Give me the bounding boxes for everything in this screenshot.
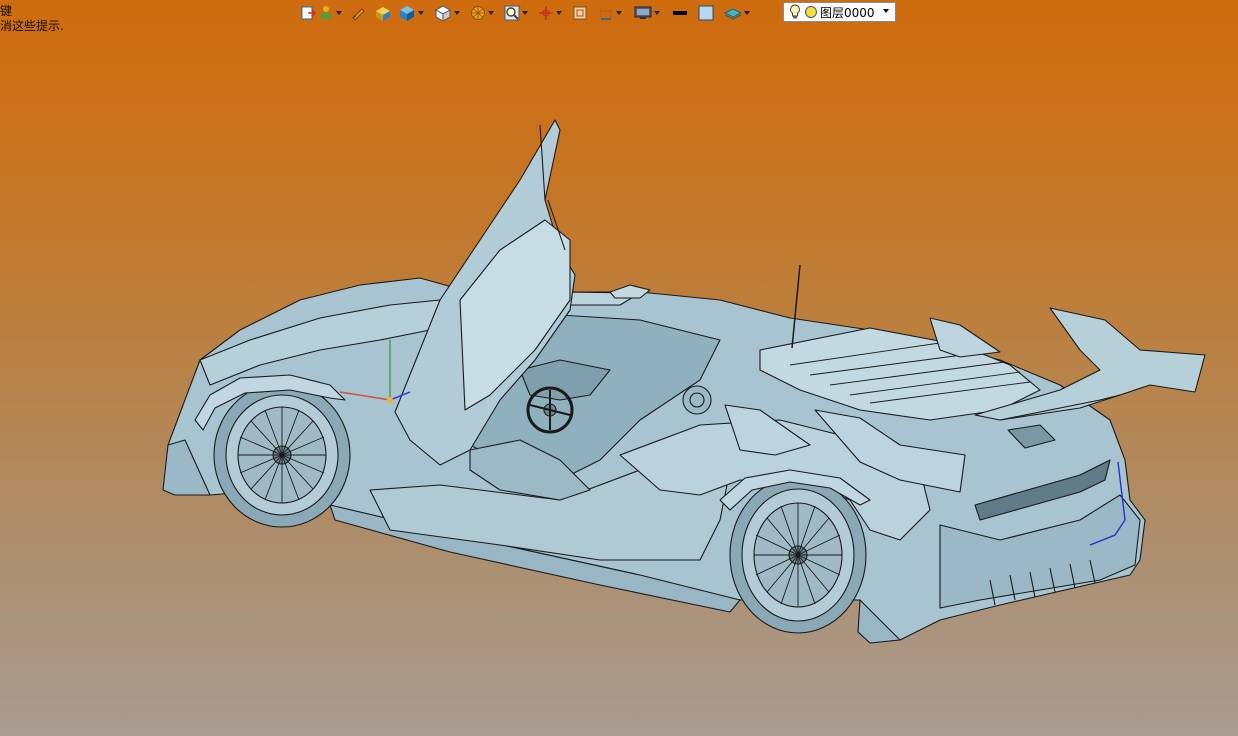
chevron-down-icon <box>418 11 424 15</box>
main-toolbar <box>300 2 752 24</box>
line-color-button[interactable] <box>672 2 688 24</box>
fill-color-button[interactable] <box>698 2 714 24</box>
snap-button[interactable] <box>538 2 562 24</box>
exit-sketch-button[interactable] <box>300 2 316 24</box>
pen-button[interactable] <box>350 2 366 24</box>
lightbulb-icon <box>790 4 800 19</box>
3d-viewport[interactable] <box>0 30 1238 736</box>
fit-view-button[interactable] <box>572 2 588 24</box>
layer-view-button[interactable] <box>724 2 750 24</box>
solid-box-icon <box>400 6 414 21</box>
chevron-down-icon <box>488 11 494 15</box>
hint-line-1: 键 <box>0 4 13 18</box>
zoom-icon <box>504 5 520 21</box>
extrude-button[interactable] <box>374 2 392 24</box>
chevron-down-icon <box>336 11 342 15</box>
constraints-icon <box>321 6 331 19</box>
chevron-down-icon <box>522 11 528 15</box>
chevron-down-icon <box>654 11 660 15</box>
line-color-icon <box>673 11 687 15</box>
chevron-down-icon <box>454 11 460 15</box>
fill-color-icon <box>698 5 714 21</box>
section-button[interactable] <box>598 2 622 24</box>
layer-color-icon <box>805 6 817 18</box>
chevron-down-icon <box>616 11 622 15</box>
render-style-button[interactable] <box>470 2 494 24</box>
zoom-button[interactable] <box>504 2 528 24</box>
exit-sketch-icon <box>301 6 316 20</box>
rear-wheel <box>729 476 867 634</box>
layer-dropdown[interactable]: 图层0000 <box>783 2 896 22</box>
display-icon <box>634 6 652 19</box>
fit-view-icon <box>573 6 587 20</box>
display-button[interactable] <box>634 2 660 24</box>
car-model[interactable] <box>0 30 1238 736</box>
layer-view-icon <box>724 8 742 20</box>
extrude-icon <box>376 7 390 21</box>
view-orient-button[interactable] <box>434 2 460 24</box>
layer-name: 图层0000 <box>820 5 875 20</box>
pen-icon <box>352 8 365 21</box>
render-style-icon <box>471 6 485 20</box>
snap-icon <box>539 6 553 20</box>
constraints-button[interactable] <box>318 2 342 24</box>
section-icon <box>600 7 612 20</box>
view-orient-icon <box>434 5 452 21</box>
front-wheel <box>213 382 351 528</box>
chevron-down-icon <box>556 11 562 15</box>
chevron-down-icon <box>744 11 750 15</box>
chevron-down-icon[interactable] <box>883 9 889 13</box>
solid-box-button[interactable] <box>398 2 424 24</box>
